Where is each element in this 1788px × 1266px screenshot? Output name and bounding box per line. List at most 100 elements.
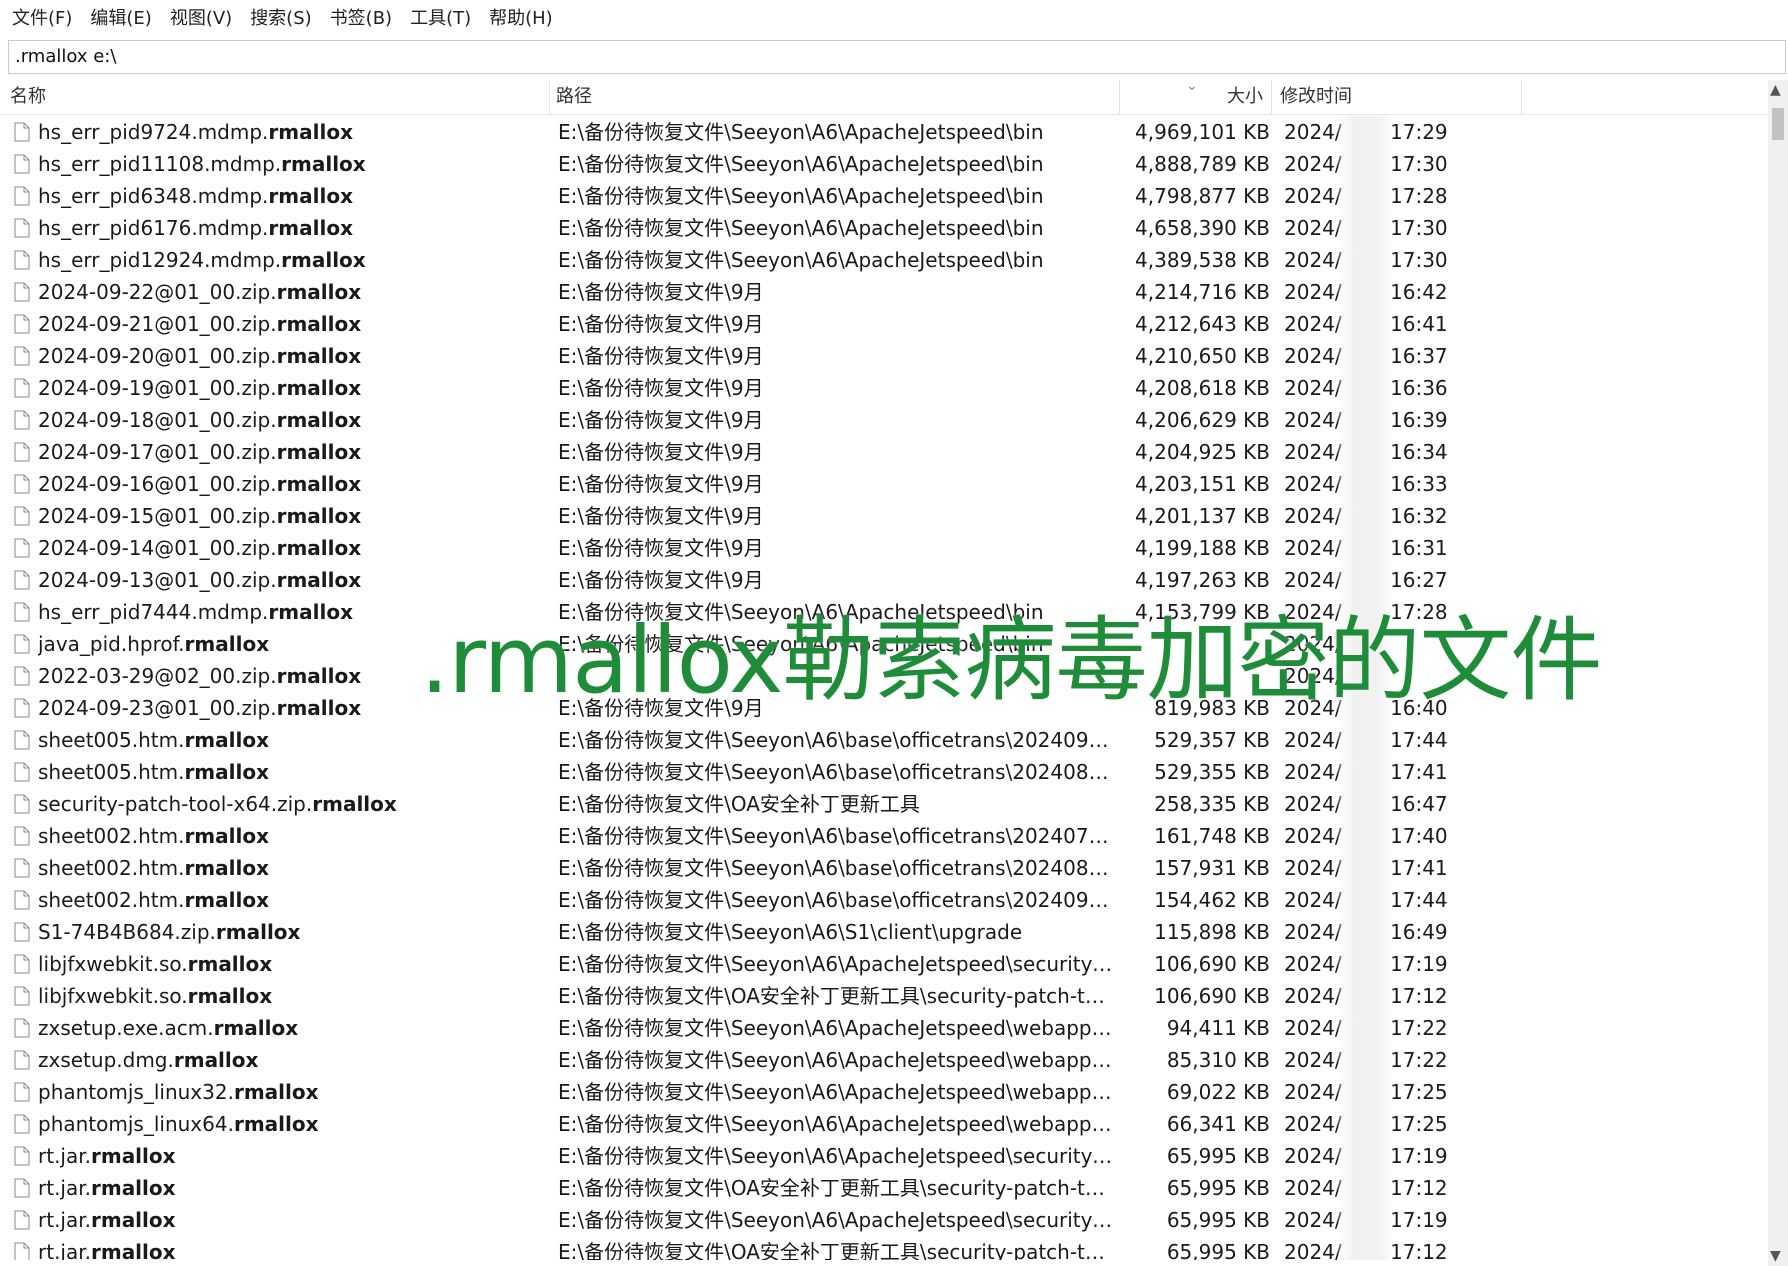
menu-item[interactable]: 搜索(S) bbox=[241, 0, 320, 38]
scroll-thumb[interactable] bbox=[1772, 108, 1784, 140]
file-name: zxsetup.dmg.rmallox bbox=[38, 1044, 548, 1076]
file-name: zxsetup.exe.acm.rmallox bbox=[38, 1012, 548, 1044]
file-size: 258,335 KB bbox=[1154, 792, 1270, 816]
menu-item[interactable]: 编辑(E) bbox=[81, 0, 160, 38]
table-row[interactable]: 2024-09-16@01_00.zip.rmallox E:\备份待恢复文件\9… bbox=[0, 468, 1768, 500]
file-name: 2024-09-22@01_00.zip.rmallox bbox=[38, 276, 548, 308]
table-row[interactable]: 2024-09-18@01_00.zip.rmallox E:\备份待恢复文件\9… bbox=[0, 404, 1768, 436]
table-row[interactable]: 2024-09-20@01_00.zip.rmallox E:\备份待恢复文件\9… bbox=[0, 340, 1768, 372]
file-name: 2024-09-17@01_00.zip.rmallox bbox=[38, 436, 548, 468]
file-name-base: sheet005.htm. bbox=[38, 728, 185, 752]
table-row[interactable]: 2024-09-13@01_00.zip.rmallox E:\备份待恢复文件\9… bbox=[0, 564, 1768, 596]
file-icon bbox=[14, 250, 30, 270]
file-size: 4,199,188 KB bbox=[1135, 536, 1270, 560]
table-row[interactable]: zxsetup.dmg.rmallox E:\备份待恢复文件\Seeyon\A6\… bbox=[0, 1044, 1768, 1076]
file-name-base: phantomjs_linux64. bbox=[38, 1112, 234, 1136]
file-name-ext: rmallox bbox=[184, 632, 270, 656]
menu-item[interactable]: 文件(F) bbox=[0, 0, 81, 38]
file-size: 529,357 KB bbox=[1154, 728, 1270, 752]
file-name: hs_err_pid6348.mdmp.rmallox bbox=[38, 180, 548, 212]
column-header-name[interactable]: 名称 bbox=[10, 80, 550, 114]
table-row[interactable]: rt.jar.rmallox E:\备份待恢复文件\Seeyon\A6\Apach… bbox=[0, 1140, 1768, 1172]
table-row[interactable]: sheet002.htm.rmallox E:\备份待恢复文件\Seeyon\A6… bbox=[0, 852, 1768, 884]
table-row[interactable]: libjfxwebkit.so.rmallox E:\备份待恢复文件\Seeyon… bbox=[0, 948, 1768, 980]
file-path: E:\备份待恢复文件\Seeyon\A6\base\officetrans\20… bbox=[558, 824, 1116, 848]
file-name: libjfxwebkit.so.rmallox bbox=[38, 980, 548, 1012]
file-path: E:\备份待恢复文件\Seeyon\A6\ApacheJetspeed\secu… bbox=[558, 1144, 1116, 1168]
table-row[interactable]: 2024-09-21@01_00.zip.rmallox E:\备份待恢复文件\9… bbox=[0, 308, 1768, 340]
file-name: phantomjs_linux32.rmallox bbox=[38, 1076, 548, 1108]
table-row[interactable]: sheet002.htm.rmallox E:\备份待恢复文件\Seeyon\A6… bbox=[0, 820, 1768, 852]
file-icon bbox=[14, 858, 30, 878]
search-input[interactable]: .rmallox e:\ bbox=[8, 40, 1786, 74]
menu-item[interactable]: 帮助(H) bbox=[480, 0, 562, 38]
table-row[interactable]: rt.jar.rmallox E:\备份待恢复文件\OA安全补丁更新工具\secu… bbox=[0, 1172, 1768, 1204]
table-row[interactable]: rt.jar.rmallox E:\备份待恢复文件\Seeyon\A6\Apach… bbox=[0, 1204, 1768, 1236]
file-name-base: hs_err_pid6348.mdmp. bbox=[38, 184, 269, 208]
vertical-scrollbar[interactable]: ▲ ▼ bbox=[1768, 80, 1788, 1266]
file-time: 17:30 bbox=[1390, 248, 1448, 272]
file-name-ext: rmallox bbox=[90, 1208, 176, 1232]
table-row[interactable]: hs_err_pid11108.mdmp.rmallox E:\备份待恢复文件\S… bbox=[0, 148, 1768, 180]
column-header-size[interactable]: 大小 bbox=[1120, 80, 1272, 114]
file-date: 2024/ bbox=[1284, 248, 1342, 272]
table-row[interactable]: 2024-09-14@01_00.zip.rmallox E:\备份待恢复文件\9… bbox=[0, 532, 1768, 564]
table-row[interactable]: S1-74B4B684.zip.rmallox E:\备份待恢复文件\Seeyon… bbox=[0, 916, 1768, 948]
file-path: E:\备份待恢复文件\9月 bbox=[558, 472, 764, 496]
file-size: 4,197,263 KB bbox=[1135, 568, 1270, 592]
table-row[interactable]: sheet002.htm.rmallox E:\备份待恢复文件\Seeyon\A6… bbox=[0, 884, 1768, 916]
table-row[interactable]: 2024-09-19@01_00.zip.rmallox E:\备份待恢复文件\9… bbox=[0, 372, 1768, 404]
menu-item[interactable]: 工具(T) bbox=[401, 0, 480, 38]
table-row[interactable]: 2024-09-15@01_00.zip.rmallox E:\备份待恢复文件\9… bbox=[0, 500, 1768, 532]
file-name: rt.jar.rmallox bbox=[38, 1236, 548, 1260]
file-name: sheet002.htm.rmallox bbox=[38, 852, 548, 884]
file-name-base: 2024-09-23@01_00.zip. bbox=[38, 696, 277, 720]
file-name-base: zxsetup.exe.acm. bbox=[38, 1016, 214, 1040]
table-row[interactable]: 2024-09-17@01_00.zip.rmallox E:\备份待恢复文件\9… bbox=[0, 436, 1768, 468]
file-name: sheet002.htm.rmallox bbox=[38, 820, 548, 852]
file-time: 17:41 bbox=[1390, 856, 1448, 880]
table-row[interactable]: rt.jar.rmallox E:\备份待恢复文件\OA安全补丁更新工具\secu… bbox=[0, 1236, 1768, 1260]
menu-item[interactable]: 视图(V) bbox=[161, 0, 241, 38]
column-header-path[interactable]: 路径 bbox=[552, 80, 1120, 114]
file-size: 85,310 KB bbox=[1166, 1048, 1270, 1072]
table-row[interactable]: hs_err_pid6348.mdmp.rmallox E:\备份待恢复文件\Se… bbox=[0, 180, 1768, 212]
file-size: 4,214,716 KB bbox=[1135, 280, 1270, 304]
table-row[interactable]: 2024-09-22@01_00.zip.rmallox E:\备份待恢复文件\9… bbox=[0, 276, 1768, 308]
file-path: E:\备份待恢复文件\Seeyon\A6\base\officetrans\20… bbox=[558, 760, 1116, 784]
file-name: rt.jar.rmallox bbox=[38, 1204, 548, 1236]
file-date: 2024/ bbox=[1284, 728, 1342, 752]
scroll-down-icon[interactable]: ▼ bbox=[1770, 1248, 1781, 1264]
file-name-ext: rmallox bbox=[233, 1080, 319, 1104]
table-row[interactable]: sheet005.htm.rmallox E:\备份待恢复文件\Seeyon\A6… bbox=[0, 724, 1768, 756]
column-header-modified[interactable]: 修改时间 bbox=[1272, 80, 1522, 114]
file-name-ext: rmallox bbox=[173, 1048, 259, 1072]
table-row[interactable]: sheet005.htm.rmallox E:\备份待恢复文件\Seeyon\A6… bbox=[0, 756, 1768, 788]
table-row[interactable]: phantomjs_linux64.rmallox E:\备份待恢复文件\Seey… bbox=[0, 1108, 1768, 1140]
file-time: 17:28 bbox=[1390, 184, 1448, 208]
file-time: 17:22 bbox=[1390, 1048, 1448, 1072]
file-path: E:\备份待恢复文件\Seeyon\A6\ApacheJetspeed\weba… bbox=[558, 1080, 1116, 1104]
table-row[interactable]: security-patch-tool-x64.zip.rmallox E:\备份… bbox=[0, 788, 1768, 820]
file-time: 16:34 bbox=[1390, 440, 1448, 464]
file-name-base: hs_err_pid11108.mdmp. bbox=[38, 152, 282, 176]
file-time: 16:31 bbox=[1390, 536, 1448, 560]
table-row[interactable]: libjfxwebkit.so.rmallox E:\备份待恢复文件\OA安全补丁… bbox=[0, 980, 1768, 1012]
table-row[interactable]: zxsetup.exe.acm.rmallox E:\备份待恢复文件\Seeyon… bbox=[0, 1012, 1768, 1044]
file-name-base: 2024-09-19@01_00.zip. bbox=[38, 376, 277, 400]
table-row[interactable]: hs_err_pid6176.mdmp.rmallox E:\备份待恢复文件\Se… bbox=[0, 212, 1768, 244]
file-name-ext: rmallox bbox=[215, 920, 301, 944]
file-name: phantomjs_linux64.rmallox bbox=[38, 1108, 548, 1140]
file-time: 17:19 bbox=[1390, 1144, 1448, 1168]
file-name-ext: rmallox bbox=[312, 792, 397, 816]
file-date: 2024/ bbox=[1284, 184, 1342, 208]
scroll-up-icon[interactable]: ▲ bbox=[1770, 82, 1781, 98]
table-row[interactable]: hs_err_pid9724.mdmp.rmallox E:\备份待恢复文件\Se… bbox=[0, 116, 1768, 148]
menu-item[interactable]: 书签(B) bbox=[321, 0, 401, 38]
table-row[interactable]: hs_err_pid12924.mdmp.rmallox E:\备份待恢复文件\S… bbox=[0, 244, 1768, 276]
file-name-ext: rmallox bbox=[276, 472, 362, 496]
file-date: 2024/ bbox=[1284, 920, 1342, 944]
file-date: 2024/ bbox=[1284, 408, 1342, 432]
table-row[interactable]: phantomjs_linux32.rmallox E:\备份待恢复文件\Seey… bbox=[0, 1076, 1768, 1108]
file-name: hs_err_pid6176.mdmp.rmallox bbox=[38, 212, 548, 244]
